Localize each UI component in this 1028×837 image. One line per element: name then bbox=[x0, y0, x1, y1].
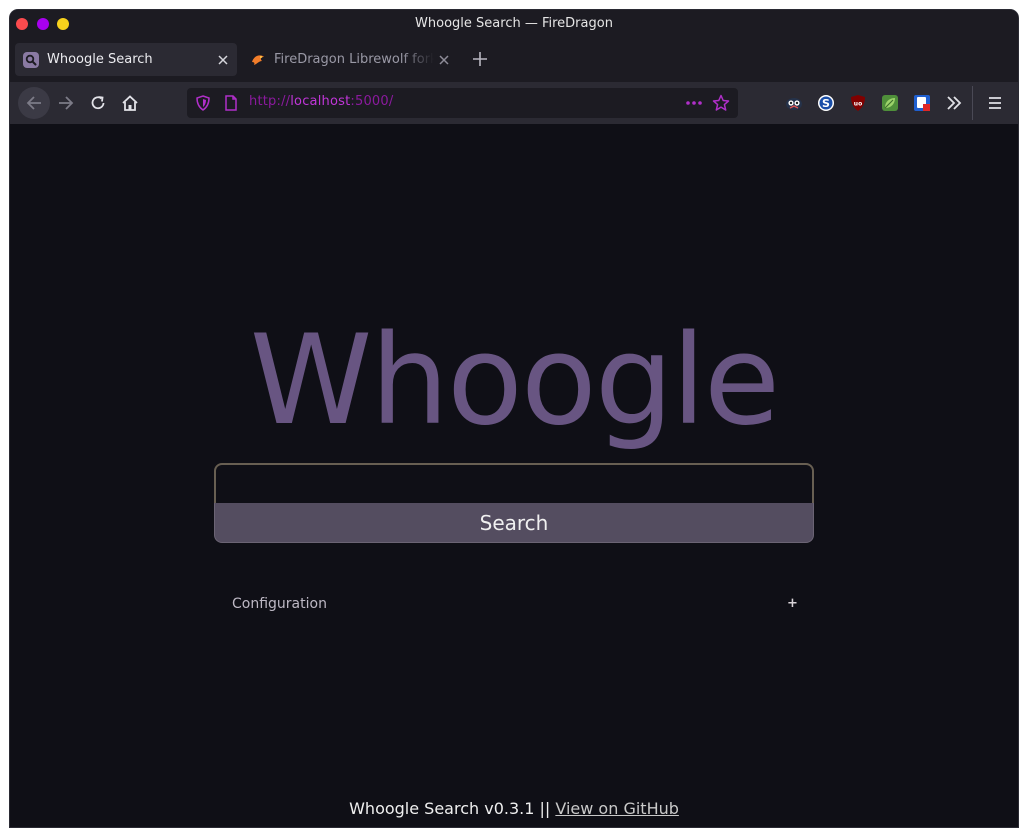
reload-icon bbox=[91, 96, 105, 110]
page-content: Whoogle Search Configuration + Whoogle S… bbox=[10, 124, 1018, 827]
tab-firedragon[interactable]: FireDragon Librewolf fork bbox=[242, 43, 458, 76]
browser-window: Whoogle Search — FireDragon Whoogle Sear… bbox=[10, 10, 1018, 827]
tab-whoogle-search[interactable]: Whoogle Search bbox=[15, 43, 237, 76]
tab-label: Whoogle Search bbox=[47, 52, 153, 67]
title-bar: Whoogle Search — FireDragon bbox=[10, 10, 1018, 38]
back-arrow-icon bbox=[26, 96, 41, 110]
search-icon bbox=[23, 51, 39, 68]
page-info-icon[interactable] bbox=[223, 95, 239, 115]
home-button[interactable] bbox=[114, 87, 146, 119]
back-button[interactable] bbox=[18, 87, 50, 119]
close-tab-icon[interactable] bbox=[213, 50, 233, 70]
github-link[interactable]: View on GitHub bbox=[555, 799, 679, 818]
firedragon-icon bbox=[250, 52, 266, 68]
tracking-protection-shield-icon[interactable] bbox=[195, 95, 211, 115]
window-title: Whoogle Search — FireDragon bbox=[415, 16, 613, 31]
url-bar[interactable]: http://localhost:5000/ bbox=[187, 88, 738, 118]
page-actions-icon[interactable] bbox=[684, 95, 704, 115]
svg-text:S: S bbox=[822, 97, 830, 110]
ublock-origin-icon[interactable]: uo bbox=[847, 92, 869, 114]
forward-arrow-icon bbox=[59, 96, 74, 110]
home-icon bbox=[122, 95, 138, 111]
s-extension-icon[interactable]: S bbox=[815, 92, 837, 114]
new-tab-icon[interactable] bbox=[469, 48, 491, 70]
bookmark-star-icon[interactable] bbox=[712, 94, 730, 116]
svg-text:uo: uo bbox=[854, 101, 862, 108]
leaf-extension-icon[interactable] bbox=[879, 92, 901, 114]
whoogle-logo: Whoogle bbox=[249, 309, 780, 453]
footer: Whoogle Search v0.3.1 || View on GitHub bbox=[10, 799, 1018, 818]
url-port: :5000/ bbox=[350, 94, 394, 109]
navigation-bar: http://localhost:5000/ S uo bbox=[10, 82, 1018, 124]
url-host: localhost bbox=[290, 94, 351, 109]
hamburger-menu-icon[interactable] bbox=[984, 92, 1006, 114]
reload-button[interactable] bbox=[82, 87, 114, 119]
search-input[interactable] bbox=[214, 463, 814, 503]
configuration-expand-icon[interactable]: + bbox=[787, 596, 798, 611]
shield-extension-icon[interactable] bbox=[911, 92, 933, 114]
close-tab-icon[interactable] bbox=[434, 50, 454, 70]
privacy-badger-icon[interactable] bbox=[783, 92, 805, 114]
tab-bar: Whoogle Search FireDragon Librewolf fork bbox=[10, 38, 1018, 82]
forward-button[interactable] bbox=[50, 87, 82, 119]
url-text[interactable]: http://localhost:5000/ bbox=[249, 94, 393, 109]
toolbar-divider bbox=[972, 86, 973, 120]
configuration-label[interactable]: Configuration bbox=[232, 596, 327, 612]
url-scheme: http:// bbox=[249, 94, 291, 109]
more-tools-chevron-icon[interactable] bbox=[943, 92, 965, 114]
tab-label: FireDragon Librewolf fork bbox=[274, 52, 434, 67]
search-button[interactable]: Search bbox=[214, 503, 814, 543]
footer-version-text: Whoogle Search v0.3.1 || bbox=[349, 799, 556, 818]
